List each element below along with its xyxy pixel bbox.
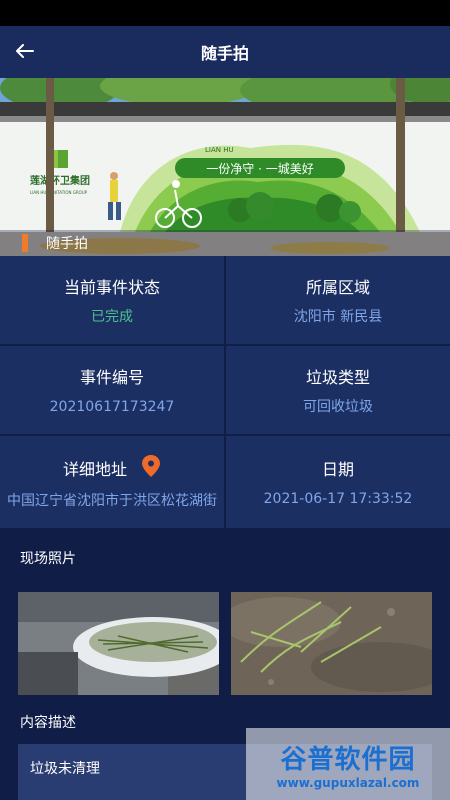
event-number-cell: 事件编号 20210617173247 [0, 346, 224, 434]
title-bar: 随手拍 [0, 26, 450, 78]
address-label-row: 详细地址 [63, 454, 161, 482]
date-value: 2021-06-17 17:33:52 [263, 491, 413, 507]
region-label: 所属区域 [305, 278, 370, 297]
status-label: 当前事件状态 [63, 278, 160, 297]
banner-section-label: 随手拍 [0, 230, 450, 256]
watermark-line2: www.gupuxlazal.com [276, 775, 420, 790]
event-info-grid: 当前事件状态 已完成 所属区域 沈阳市 新民县 事件编号 20210617173… [0, 256, 450, 528]
status-bar [0, 0, 450, 26]
watermark-line1: 谷普软件园 [280, 744, 416, 775]
back-button[interactable] [10, 36, 40, 66]
banner-slogan: 一份净守 · 一城美好 [206, 162, 313, 176]
banner-image: 一份净守 · 一城美好 LIAN HU 莲湖环卫集团 LIAN HU SANIT… [0, 78, 450, 256]
garbage-type-label: 垃圾类型 [305, 368, 370, 387]
status-cell: 当前事件状态 已完成 [0, 256, 224, 344]
region-cell: 所属区域 沈阳市 新民县 [226, 256, 450, 344]
banner-tag: LIAN HU [205, 146, 234, 154]
banner-company-en: LIAN HU SANITATION GROUP [30, 190, 88, 195]
garbage-type-cell: 垃圾类型 可回收垃圾 [226, 346, 450, 434]
date-label: 日期 [321, 460, 354, 479]
back-arrow-icon [16, 44, 34, 58]
address-label: 详细地址 [62, 460, 127, 479]
banner-section-text: 随手拍 [46, 236, 88, 252]
status-value: 已完成 [91, 309, 133, 325]
event-number-label: 事件编号 [79, 368, 144, 387]
photos-section-title: 现场照片 [20, 551, 76, 567]
orange-accent-bar [22, 234, 28, 252]
banner-company: 莲湖环卫集团 [30, 174, 90, 187]
site-photo-1[interactable] [18, 592, 219, 695]
site-photo-2[interactable] [231, 592, 432, 695]
description-section-title: 内容描述 [20, 715, 76, 731]
description-text: 垃圾未清理 [30, 761, 100, 777]
page-title: 随手拍 [200, 44, 249, 63]
address-cell: 详细地址 中国辽宁省沈阳市于洪区松花湖街 [0, 436, 224, 528]
event-number-value: 20210617173247 [49, 399, 175, 415]
address-value: 中国辽宁省沈阳市于洪区松花湖街 [7, 493, 217, 509]
garbage-type-value: 可回收垃圾 [303, 399, 373, 415]
location-pin-icon[interactable] [141, 454, 161, 482]
watermark-logo: 谷普软件园 www.gupuxlazal.com [246, 728, 450, 800]
date-cell: 日期 2021-06-17 17:33:52 [226, 436, 450, 528]
region-value: 沈阳市 新民县 [293, 309, 383, 325]
